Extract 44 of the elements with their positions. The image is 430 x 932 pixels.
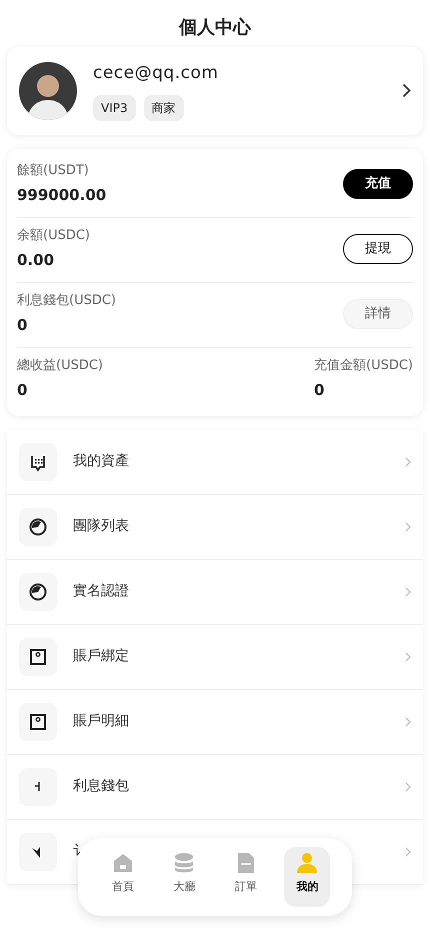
balance-label: 餘額(USDT) xyxy=(17,162,90,180)
menu-label: 團隊列表 xyxy=(73,517,130,536)
chevron-right-icon xyxy=(405,782,411,792)
balance-label: 充值金額(USDC) xyxy=(314,356,413,374)
tab-item[interactable]: 我的 xyxy=(284,847,330,907)
action-button[interactable]: 充值 xyxy=(343,168,413,198)
action-button[interactable]: 提現 xyxy=(343,234,413,264)
balance-label: 余額(USDC) xyxy=(17,226,90,244)
page-title: 個人中心 xyxy=(178,16,252,40)
balance-value: 0 xyxy=(17,315,28,336)
balance-value: 0.00 xyxy=(17,250,56,271)
action-button[interactable]: 詳情 xyxy=(343,298,413,328)
menu-label: 利息錢包 xyxy=(73,777,130,796)
menu-item[interactable]: 團隊列表 xyxy=(7,494,423,560)
menu-label: 實名認證 xyxy=(73,582,130,601)
balance-label: 總收益(USDC) xyxy=(17,356,103,374)
menu-item[interactable]: 利息錢包 xyxy=(7,754,423,820)
chevron-right-icon xyxy=(405,522,411,532)
balance-value: 0 xyxy=(314,380,326,401)
menu-item[interactable]: 賬戶明細 xyxy=(7,690,423,754)
flag-icon xyxy=(19,832,57,870)
balance-label: 利息錢包(USDC) xyxy=(17,292,116,310)
balance-value: 0 xyxy=(17,380,28,401)
menu-item[interactable]: 我的資產 xyxy=(7,430,423,494)
balance-value: 999000.00 xyxy=(17,185,106,206)
email-text: cece@qq.com xyxy=(93,62,220,85)
menu-label: 讠 xyxy=(73,842,88,861)
chevron-right-icon xyxy=(405,586,411,596)
menu-label: 我的資產 xyxy=(73,452,130,471)
menu-item[interactable]: 賬戶綁定 xyxy=(7,624,423,690)
chevron-right-icon xyxy=(405,716,411,726)
chat-grid-icon xyxy=(19,442,57,480)
user-tag: 商家 xyxy=(144,94,184,120)
menu-label: 賬戶綁定 xyxy=(73,647,130,666)
menu-item[interactable]: 實名認證 xyxy=(7,560,423,624)
small-mark-icon xyxy=(19,768,57,806)
chevron-right-icon xyxy=(405,846,411,856)
person-icon xyxy=(295,851,320,875)
profile-card[interactable]: cece@qq.com VIP3 商家 xyxy=(7,47,423,134)
chevron-right-icon xyxy=(405,652,411,662)
user-tag: VIP3 xyxy=(93,94,136,120)
chevron-right-icon xyxy=(402,83,411,98)
menu-label: 賬戶明細 xyxy=(73,712,130,731)
chevron-right-icon xyxy=(405,456,411,466)
